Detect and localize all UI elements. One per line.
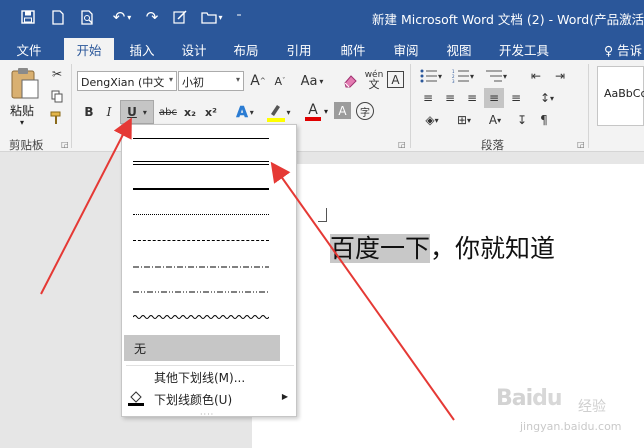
watermark-url: jingyan.baidu.com (520, 420, 622, 433)
red-arrow (40, 117, 132, 295)
watermark-brand: 经验 (578, 399, 606, 415)
baidu-watermark-logo: Baidu (496, 386, 563, 411)
annotation-arrows (40, 117, 455, 421)
red-arrow (270, 161, 455, 421)
